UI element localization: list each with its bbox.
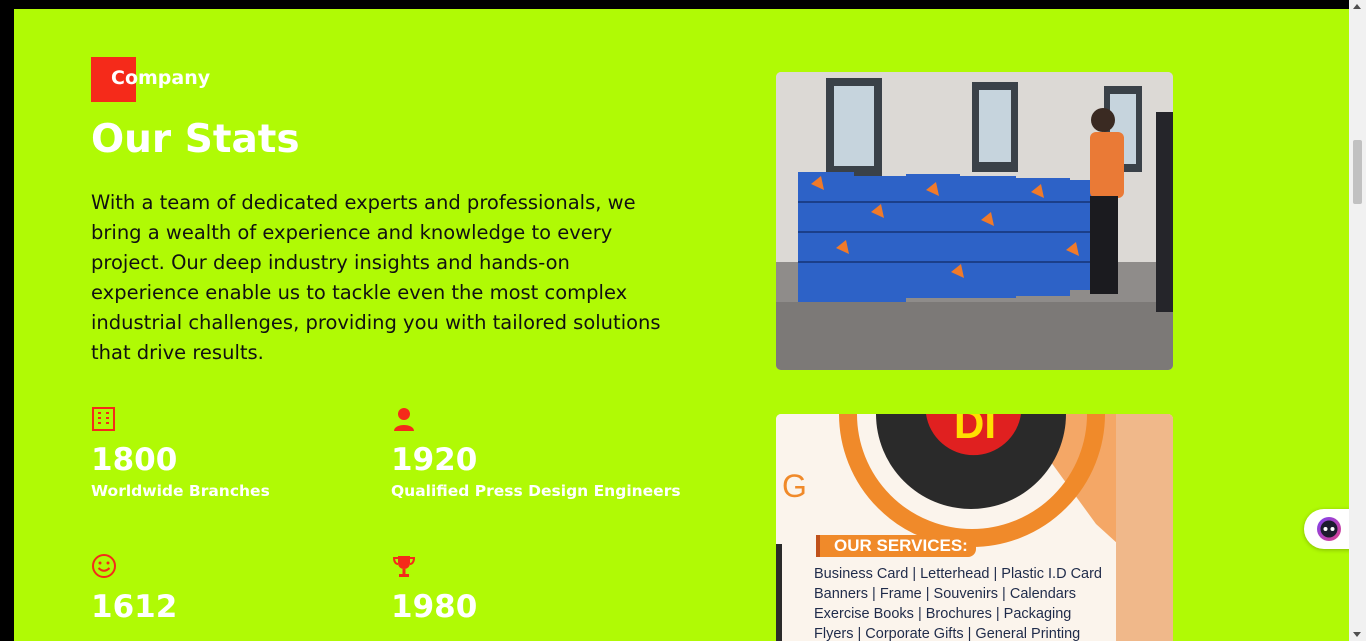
stat-value: 1920 bbox=[391, 442, 478, 478]
stat-item-smile: 1612 bbox=[91, 553, 177, 625]
stat-item-engineers: 1920 Qualified Press Design Engineers bbox=[391, 406, 681, 500]
stat-value: 1980 bbox=[391, 589, 478, 625]
flyer-services-line: Banners | Frame | Souvenirs | Calendars bbox=[814, 586, 1076, 602]
stat-item-trophy: 1980 bbox=[391, 553, 477, 625]
flyer-services-heading: OUR SERVICES: bbox=[816, 535, 976, 557]
flyer-services-list: Business Card | Letterhead | Plastic I.D… bbox=[814, 564, 1102, 641]
stat-value: 1612 bbox=[91, 589, 178, 625]
stat-item-branches: 1800 Worldwide Branches bbox=[91, 406, 270, 500]
flyer-logo-letters: DI bbox=[954, 414, 996, 447]
section-intro: With a team of dedicated experts and pro… bbox=[91, 191, 661, 364]
scroll-down-arrow-icon[interactable] bbox=[1353, 632, 1361, 637]
chat-widget-button[interactable] bbox=[1304, 509, 1352, 549]
stat-label: Qualified Press Design Engineers bbox=[391, 482, 681, 500]
section-tag-label: Company bbox=[111, 67, 211, 89]
scrollbar-thumb[interactable] bbox=[1353, 140, 1362, 204]
flyer-services-line: Flyers | Corporate Gifts | General Print… bbox=[814, 626, 1081, 641]
trophy-icon bbox=[392, 556, 416, 577]
window-top-border bbox=[0, 0, 1366, 9]
stat-value: 1800 bbox=[91, 442, 178, 478]
services-flyer-image: DI G OUR SERVICES: Business Card | Lette… bbox=[776, 414, 1173, 641]
chat-bot-icon bbox=[1317, 517, 1341, 541]
stat-label: Worldwide Branches bbox=[91, 482, 270, 500]
warehouse-photo-illustration bbox=[776, 72, 1173, 370]
user-icon bbox=[394, 408, 414, 431]
stats-section: Company Our Stats With a team of dedicat… bbox=[14, 9, 1349, 641]
window-left-border bbox=[0, 0, 14, 641]
smile-icon bbox=[92, 554, 116, 578]
warehouse-photo bbox=[776, 72, 1173, 370]
scroll-up-arrow-icon[interactable] bbox=[1353, 4, 1361, 9]
flyer-services-line: Business Card | Letterhead | Plastic I.D… bbox=[814, 566, 1102, 582]
flyer-services-line: Exercise Books | Brochures | Packaging bbox=[814, 606, 1072, 622]
building-icon bbox=[92, 407, 115, 431]
flyer-partial-letter: G bbox=[782, 468, 807, 504]
page-scrollbar[interactable] bbox=[1349, 0, 1366, 641]
section-title: Our Stats bbox=[91, 117, 300, 162]
